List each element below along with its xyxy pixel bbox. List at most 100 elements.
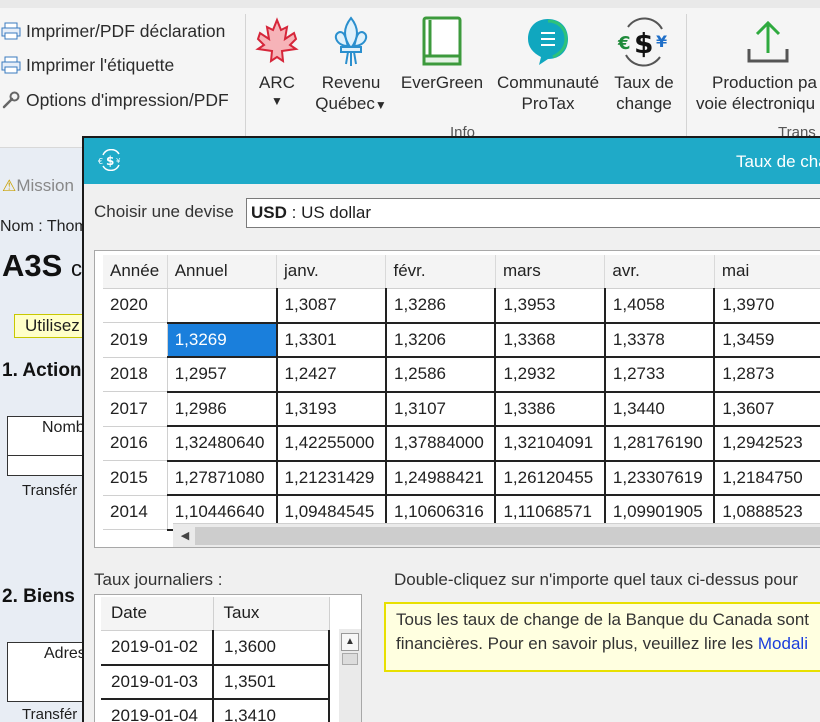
column-header[interactable]: janv. [276, 255, 387, 289]
rate-cell[interactable]: 1,3607 [714, 391, 820, 427]
revenu-quebec-button[interactable]: Revenu Québec▼ [310, 14, 392, 114]
rate-cell[interactable]: 1,3410 [213, 699, 330, 722]
transfer-label-1: Transfér [22, 482, 78, 499]
communaute-protax-button[interactable]: Communauté ProTax [492, 14, 604, 114]
arc-label: ARC [259, 73, 295, 92]
rate-cell[interactable]: 1,3368 [495, 322, 606, 358]
currency-name: : US dollar [286, 203, 371, 222]
column-header[interactable]: avr. [604, 255, 715, 289]
rate-cell[interactable]: 1,3970 [714, 288, 820, 324]
communaute-label-line2: ProTax [521, 94, 575, 113]
column-header[interactable]: mars [495, 255, 606, 289]
rate-cell[interactable]: 1,3440 [604, 391, 716, 427]
rate-cell[interactable]: 1,3193 [276, 391, 387, 427]
daily-rates-grid[interactable]: Date Taux 2019-01-02 1,3600 2019-01-03 1,350… [94, 594, 362, 722]
rate-cell[interactable]: 1,4058 [604, 288, 716, 324]
exchange-rate-dialog: € $ ¥ Taux de cha Choisir une devise USD :… [82, 136, 820, 722]
year-cell: 2019 [103, 322, 168, 358]
rate-cell[interactable]: 1,37884000 [385, 426, 497, 462]
column-header[interactable]: févr. [385, 255, 496, 289]
rate-cell[interactable]: 1,2586 [385, 357, 497, 393]
rate-cell[interactable]: 1,23307619 [604, 460, 716, 496]
notice-line-1: Tous les taux de change de la Banque du … [396, 610, 810, 629]
rate-cell[interactable]: 1,2873 [714, 357, 820, 393]
rate-cell[interactable]: 1,3269 [167, 322, 278, 358]
rate-cell[interactable]: 1,3386 [495, 391, 606, 427]
evergreen-button[interactable]: EverGreen [400, 14, 484, 93]
svg-text:$: $ [106, 154, 114, 168]
dialog-titlebar[interactable]: € $ ¥ Taux de cha [84, 138, 820, 184]
transfer-label-2: Transfér [22, 706, 78, 722]
scrollbar-thumb[interactable] [195, 527, 820, 545]
year-cell: 2017 [103, 391, 168, 427]
currency-code: USD [251, 203, 287, 222]
revenu-quebec-label-line2: Québec [315, 94, 375, 113]
date-cell[interactable]: 2019-01-03 [101, 664, 214, 700]
rate-cell[interactable]: 1,3286 [385, 288, 497, 324]
rate-cell[interactable]: 1,2932 [495, 357, 606, 393]
rate-cell[interactable]: 1,24988421 [385, 460, 497, 496]
currency-select[interactable]: USD : US dollar [246, 198, 820, 228]
dialog-title: Taux de cha [736, 152, 820, 171]
arc-button[interactable]: ARC ▼ [250, 14, 304, 107]
scroll-up-icon[interactable]: ▲ [341, 633, 359, 651]
rate-cell[interactable]: 1,3107 [385, 391, 497, 427]
rate-cell[interactable]: 1,2427 [276, 357, 387, 393]
rate-cell[interactable]: 1,32480640 [167, 426, 278, 462]
rate-cell[interactable]: 1,3378 [604, 322, 716, 358]
vertical-scrollbar[interactable]: ▲ [339, 629, 361, 722]
production-label-line2: voie électroniqu [696, 94, 816, 113]
rate-cell[interactable]: 1,42255000 [276, 426, 387, 462]
rate-cell[interactable]: 1,3953 [495, 288, 606, 324]
scroll-left-icon[interactable]: ◀ [177, 528, 193, 544]
section-1-heading: 1. Action [2, 360, 82, 381]
form-code: A3S [2, 248, 63, 283]
rate-cell[interactable]: 1,3459 [714, 322, 820, 358]
column-header[interactable]: mai [714, 255, 820, 289]
column-header[interactable]: Taux [213, 597, 330, 631]
rate-cell[interactable]: 1,26120455 [495, 460, 606, 496]
taux-de-change-label-line2: change [616, 94, 672, 113]
daily-header-row: Date Taux [101, 597, 330, 631]
mission-tab[interactable]: ⚠ Mission [2, 176, 74, 196]
background-form: ⚠ Mission Nom : Thom A3S c Utilisez 1. A… [0, 148, 98, 722]
book-icon [414, 14, 470, 70]
printer-icon [0, 54, 22, 76]
print-label-button[interactable]: Imprimer l'étiquette [0, 50, 174, 80]
rate-cell[interactable]: 1,27871080 [167, 460, 278, 496]
communaute-label-line1: Communauté [496, 73, 600, 92]
rate-cell[interactable]: 1,3600 [213, 630, 330, 666]
wrench-icon [0, 89, 22, 111]
monthly-rates-grid[interactable]: Année Annuel janv. févr. mars avr. mai 2020 1,3… [94, 250, 820, 548]
column-header[interactable]: Date [101, 597, 214, 631]
form-title-suffix: c [70, 256, 82, 281]
rate-cell[interactable]: 1,2957 [167, 357, 278, 393]
column-header[interactable]: Année [103, 255, 168, 289]
scrollbar-thumb[interactable] [342, 653, 358, 665]
modalites-link[interactable]: Modali [758, 634, 808, 653]
rate-cell[interactable]: 1,2942523 [714, 426, 820, 462]
column-header[interactable]: Annuel [167, 255, 278, 289]
rate-cell[interactable]: 1,28176190 [604, 426, 716, 462]
production-electronique-button[interactable]: Production pa voie électroniqu [696, 14, 820, 114]
rate-cell[interactable]: 1,3087 [276, 288, 387, 324]
rate-cell[interactable]: 1,2733 [604, 357, 716, 393]
rate-cell[interactable]: 1,32104091 [495, 426, 606, 462]
notice-line-2-text: financières. Pour en savoir plus, veuill… [396, 634, 758, 653]
svg-text:¥: ¥ [116, 157, 121, 165]
rate-cell[interactable]: 1,3206 [385, 322, 497, 358]
rate-cell[interactable]: 1,2184750 [714, 460, 820, 496]
rate-cell[interactable]: 1,21231429 [276, 460, 387, 496]
rate-cell[interactable] [167, 288, 278, 324]
print-options-button[interactable]: Options d'impression/PDF [0, 85, 229, 115]
utilisez-button[interactable]: Utilisez [14, 314, 91, 338]
table-row: 2019-01-02 1,3600 [101, 630, 330, 666]
rate-cell[interactable]: 1,2986 [167, 391, 278, 427]
rate-cell[interactable]: 1,3301 [276, 322, 387, 358]
taux-de-change-button[interactable]: € $ ¥ Taux de change [610, 14, 678, 114]
date-cell[interactable]: 2019-01-04 [101, 699, 214, 722]
print-declaration-button[interactable]: Imprimer/PDF déclaration [0, 16, 225, 46]
date-cell[interactable]: 2019-01-02 [101, 630, 214, 666]
horizontal-scrollbar[interactable]: ◀ [173, 523, 820, 547]
rate-cell[interactable]: 1,3501 [213, 664, 330, 700]
